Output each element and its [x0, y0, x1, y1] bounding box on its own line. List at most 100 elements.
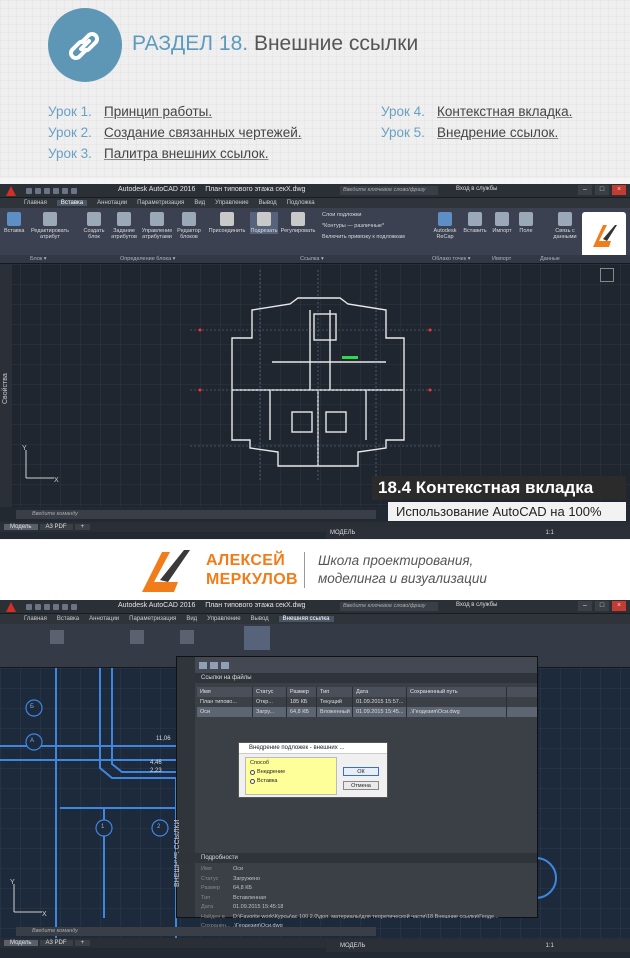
maximize-icon[interactable]: □ [595, 185, 609, 195]
edit-attribute-button[interactable]: Редактировать атрибут [28, 212, 72, 240]
table-row[interactable]: Оси Загру... 64,8 КБ Вложенный 01.09.201… [197, 707, 537, 717]
bind-option-radio[interactable]: Внедрение [250, 769, 332, 775]
window-title: Autodesk AutoCAD 2016 План типового этаж… [118, 602, 306, 609]
detail-row: Имя Оси [201, 866, 244, 872]
details-header: Подробности [177, 853, 537, 863]
define-attributes-button[interactable]: Задание атрибутов [110, 212, 138, 240]
quick-access-toolbar[interactable] [26, 187, 77, 194]
quick-access-toolbar[interactable] [26, 603, 77, 610]
grid-mark-a: А [30, 738, 35, 744]
autocad-logo-icon[interactable] [0, 184, 22, 198]
adjust-button[interactable]: Регулировать [280, 212, 316, 234]
lesson-link-3[interactable]: Урок 3. Палитра внешних ссылок. [48, 146, 268, 161]
data-link-button[interactable]: Связь с данными [550, 212, 580, 240]
svg-text:X: X [42, 911, 47, 918]
refresh-icon[interactable] [210, 661, 218, 669]
login-button[interactable]: Вход в службы [456, 186, 498, 192]
properties-palette-bar[interactable]: Свойства [0, 264, 12, 507]
detail-row: Размер 64,8 КБ [201, 885, 253, 891]
dimension-label: 2,23 [150, 768, 162, 774]
edit-attribute-icon [43, 212, 57, 226]
minimize-icon[interactable]: – [578, 601, 592, 611]
drawing-canvas[interactable]: Свойства Y X [0, 264, 630, 507]
annotation-scale[interactable]: 1:1 [545, 530, 553, 536]
model-space-button[interactable]: МОДЕЛЬ [340, 943, 365, 949]
insert-button[interactable]: Вставка [4, 212, 24, 234]
ribbon-tool-icon [244, 626, 270, 650]
tab-external-reference[interactable]: Внешняя ссылка [278, 616, 334, 622]
ok-button[interactable]: ОК [343, 767, 379, 776]
clip-button[interactable]: Подрезать [250, 212, 278, 234]
recap-button[interactable]: Autodesk ReCap [430, 212, 460, 240]
manage-attributes-button[interactable]: Управление атрибутами [140, 212, 174, 240]
tab-a3-pdf[interactable]: A3 PDF [39, 524, 73, 530]
tab-parametric[interactable]: Параметризация [137, 200, 184, 206]
viewcube-icon[interactable] [600, 268, 614, 282]
ribbon-tool-icon [130, 630, 144, 644]
tab-underlay[interactable]: Подложка [287, 200, 315, 206]
tab-model[interactable]: Модель [4, 940, 38, 946]
frames-dropdown[interactable]: *Контуры — различные* [322, 223, 384, 229]
details-list: Имя Оси Статус Загружено Размер 64,8 КБ Тип… [197, 865, 537, 932]
ribbon-tabs: Главная Вставка Аннотации Параметризация… [0, 198, 630, 208]
tab-view[interactable]: Вид [186, 616, 197, 622]
cancel-button[interactable]: Отмена [343, 781, 379, 790]
lesson-link-2[interactable]: Урок 2. Создание связанных чертежей. [48, 125, 302, 140]
title-bar: Autodesk AutoCAD 2016 План типового этаж… [0, 184, 630, 198]
status-bar: МОДЕЛЬ 1:1 [326, 940, 630, 952]
lesson-link-5[interactable]: Урок 5. Внедрение ссылок. [381, 125, 558, 140]
underlay-layers-item[interactable]: Слои подложки [322, 212, 361, 218]
help-icon[interactable] [221, 661, 229, 669]
model-space-button[interactable]: МОДЕЛЬ [330, 530, 355, 536]
tab-output[interactable]: Вывод [259, 200, 277, 206]
tab-annotate[interactable]: Аннотации [89, 616, 119, 622]
annotation-scale[interactable]: 1:1 [545, 943, 553, 949]
tab-insert[interactable]: Вставка [56, 200, 88, 206]
tab-a3-pdf[interactable]: A3 PDF [39, 940, 73, 946]
field-button[interactable]: Поле [516, 212, 536, 234]
tab-model[interactable]: Модель [4, 524, 38, 530]
lesson-link-1[interactable]: Урок 1. Принцип работы. [48, 104, 212, 119]
import-icon [495, 212, 509, 226]
attach-button[interactable]: Присоединить [206, 212, 248, 234]
search-input[interactable]: Введите ключевое слово/фразу [340, 602, 438, 611]
attach-dwg-icon[interactable] [199, 661, 207, 669]
add-layout-button[interactable]: + [74, 524, 91, 530]
tab-parametric[interactable]: Параметризация [129, 616, 176, 622]
maximize-icon[interactable]: □ [595, 601, 609, 611]
table-row[interactable]: План типово... Откр... 185 КБ Текущий 01… [197, 697, 537, 707]
lesson-link-4[interactable]: Урок 4. Контекстная вкладка. [381, 104, 572, 119]
ribbon-tool-icon [50, 630, 64, 644]
autocad-logo-icon[interactable] [0, 600, 22, 614]
block-editor-icon [182, 212, 196, 226]
login-button[interactable]: Вход в службы [456, 602, 498, 608]
import-button[interactable]: Импорт [490, 212, 514, 234]
detail-row: Дата 01.09.2015 15:45:18 [201, 904, 284, 910]
tab-home[interactable]: Главная [24, 200, 47, 206]
tab-manage[interactable]: Управление [207, 616, 240, 622]
add-layout-button[interactable]: + [74, 940, 91, 946]
grid-mark-1: 1 [101, 824, 105, 830]
tab-output[interactable]: Вывод [251, 616, 269, 622]
tab-annotate[interactable]: Аннотации [97, 200, 127, 206]
minimize-icon[interactable]: – [578, 185, 592, 195]
palette-title-bar[interactable]: ВНЕШНИЕ ССЫЛКИ [174, 657, 195, 917]
create-block-button[interactable]: Создать блок [82, 212, 106, 240]
insert-option-radio[interactable]: Вставка [250, 778, 332, 784]
close-icon[interactable]: × [612, 601, 626, 611]
paste-button[interactable]: Вставить [462, 212, 488, 234]
tab-view[interactable]: Вид [194, 200, 205, 206]
palette-toolbar [177, 657, 537, 673]
tab-home[interactable]: Главная [24, 616, 47, 622]
close-icon[interactable]: × [612, 185, 626, 195]
command-input[interactable]: Введите команду [16, 510, 376, 519]
block-editor-button[interactable]: Редактор блоков [176, 212, 202, 240]
tab-manage[interactable]: Управление [215, 200, 248, 206]
tab-insert[interactable]: Вставка [57, 616, 79, 622]
command-input[interactable]: Введите команду [16, 927, 376, 936]
snap-to-underlays-item[interactable]: Включить привязку к подложкам [322, 234, 405, 240]
paste-icon [468, 212, 482, 226]
bind-xref-dialog[interactable]: Внедрение подложек - внешних ... Способ … [238, 742, 388, 798]
search-input[interactable]: Введите ключевое слово/фразу [340, 186, 438, 195]
ucs-icon: Y X [10, 879, 47, 918]
